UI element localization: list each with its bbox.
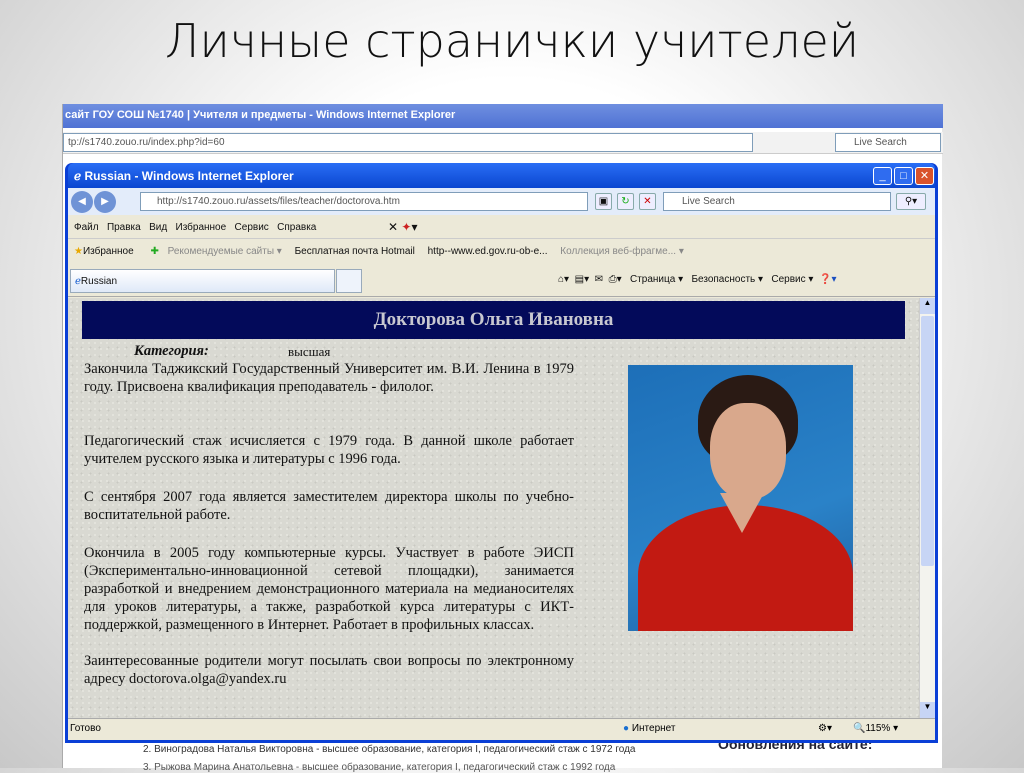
search-input[interactable]: Live Search	[663, 192, 891, 211]
close-toolbar-icon[interactable]: ✕ ✦▾	[388, 220, 417, 234]
paragraph: Окончила в 2005 году компьютерные курсы.…	[84, 545, 574, 633]
zoom-control[interactable]: 🔍115% ▾	[853, 723, 898, 734]
help-icon[interactable]: ❓▾	[819, 274, 836, 285]
fav-link-hotmail[interactable]: Бесплатная почта Hotmail	[295, 246, 415, 257]
scroll-down-button[interactable]: ▼	[920, 702, 935, 718]
background-search-input[interactable]: Live Search	[835, 133, 941, 152]
tab-russian[interactable]: ℯRussian	[70, 269, 335, 293]
status-text: Готово	[70, 723, 101, 734]
scroll-thumb[interactable]	[921, 316, 934, 566]
browser-window: ℯ Russian - Windows Internet Explorer _ …	[65, 163, 938, 743]
fav-link-suggested[interactable]: Рекомендуемые сайты ▾	[168, 246, 282, 257]
command-bar: ⌂▾ ▤▾ ✉ ⎙▾ Страница ▾ Безопасность ▾ Сер…	[558, 274, 836, 285]
tab-label: Russian	[80, 276, 118, 287]
zoom-level: 115%	[865, 723, 891, 734]
favorites-bar: ★Избранное ✚ Рекомендуемые сайты ▾ Беспл…	[68, 240, 935, 264]
add-favorite-icon[interactable]: ✚	[150, 246, 158, 257]
favorites-button[interactable]: Избранное	[83, 246, 134, 257]
ie-icon: ℯ	[74, 169, 85, 183]
refresh-button[interactable]: ↻	[617, 193, 634, 210]
minimize-button[interactable]: _	[873, 167, 892, 185]
teacher-photo	[628, 365, 853, 631]
category-value: высшая	[288, 344, 331, 359]
new-tab-button[interactable]	[336, 269, 362, 293]
category-label: Категория:	[134, 343, 209, 359]
paragraph: Закончила Таджикский Государственный Уни…	[84, 361, 574, 395]
window-title: Russian - Windows Internet Explorer	[84, 169, 294, 183]
compatibility-icon[interactable]: ▣	[595, 193, 612, 210]
internet-zone: ● Интернет	[623, 723, 675, 734]
address-toolbar: ◀ ▶ http://s1740.zouo.ru/assets/files/te…	[68, 188, 935, 215]
background-address-input[interactable]: tp://s1740.zouo.ru/index.php?id=60	[63, 133, 753, 152]
menu-edit[interactable]: Правка	[107, 222, 141, 233]
paragraph: Педагогический стаж исчисляется с 1979 г…	[84, 433, 574, 467]
protected-mode-icon[interactable]: ⚙▾	[818, 723, 832, 734]
menu-view[interactable]: Вид	[149, 222, 167, 233]
feeds-icon[interactable]: ▤▾	[575, 274, 589, 285]
menu-help[interactable]: Справка	[277, 222, 316, 233]
fav-link-edgov[interactable]: http--www.ed.gov.ru-ob-e...	[428, 246, 548, 257]
background-list-item[interactable]: 2. Виноградова Наталья Викторовна - высш…	[143, 744, 636, 755]
background-address-toolbar: tp://s1740.zouo.ru/index.php?id=60 Live …	[63, 132, 943, 154]
back-button[interactable]: ◀	[71, 191, 93, 213]
page-menu[interactable]: Страница ▾	[630, 274, 683, 285]
teacher-name: Докторова Ольга Ивановна	[82, 301, 905, 339]
home-icon[interactable]: ⌂▾	[558, 274, 569, 285]
slide-title: Личные странички учителей	[164, 14, 860, 68]
stop-button[interactable]: ✕	[639, 193, 656, 210]
tab-row: ℯRussian ⌂▾ ▤▾ ✉ ⎙▾ Страница ▾ Безопасно…	[68, 265, 935, 297]
tools-menu[interactable]: Сервис ▾	[771, 274, 813, 285]
safety-menu[interactable]: Безопасность ▾	[691, 274, 763, 285]
background-window-title: сайт ГОУ СОШ №1740 | Учителя и предметы …	[63, 104, 943, 128]
globe-icon: ●	[623, 723, 630, 734]
menu-bar: Файл Правка Вид Избранное Сервис Справка…	[68, 215, 935, 239]
zone-label: Интернет	[631, 723, 676, 734]
vertical-scrollbar[interactable]: ▲ ▼	[919, 298, 935, 718]
status-bar: Готово ● Интернет ⚙▾ 🔍115% ▾	[68, 718, 935, 738]
menu-favorites[interactable]: Избранное	[176, 222, 227, 233]
menu-tools[interactable]: Сервис	[235, 222, 269, 233]
maximize-button[interactable]: □	[894, 167, 913, 185]
address-input[interactable]: http://s1740.zouo.ru/assets/files/teache…	[140, 192, 588, 211]
menu-file[interactable]: Файл	[74, 222, 99, 233]
window-title-bar: ℯ Russian - Windows Internet Explorer	[68, 163, 935, 188]
mail-icon[interactable]: ✉	[595, 274, 603, 285]
print-icon[interactable]: ⎙▾	[609, 274, 622, 285]
star-icon: ★	[74, 246, 83, 257]
paragraph: С сентября 2007 года является заместител…	[84, 489, 574, 523]
paragraph-contact[interactable]: Заинтересованные родители могут посылать…	[84, 652, 574, 688]
forward-button[interactable]: ▶	[94, 191, 116, 213]
search-button[interactable]: ⚲▾	[896, 193, 926, 210]
close-button[interactable]: ✕	[915, 167, 934, 185]
scroll-up-button[interactable]: ▲	[920, 298, 935, 314]
page-content: Докторова Ольга Ивановна Категория: высш…	[68, 298, 919, 718]
fav-link-webslices[interactable]: Коллекция веб-фрагме... ▾	[560, 246, 684, 257]
